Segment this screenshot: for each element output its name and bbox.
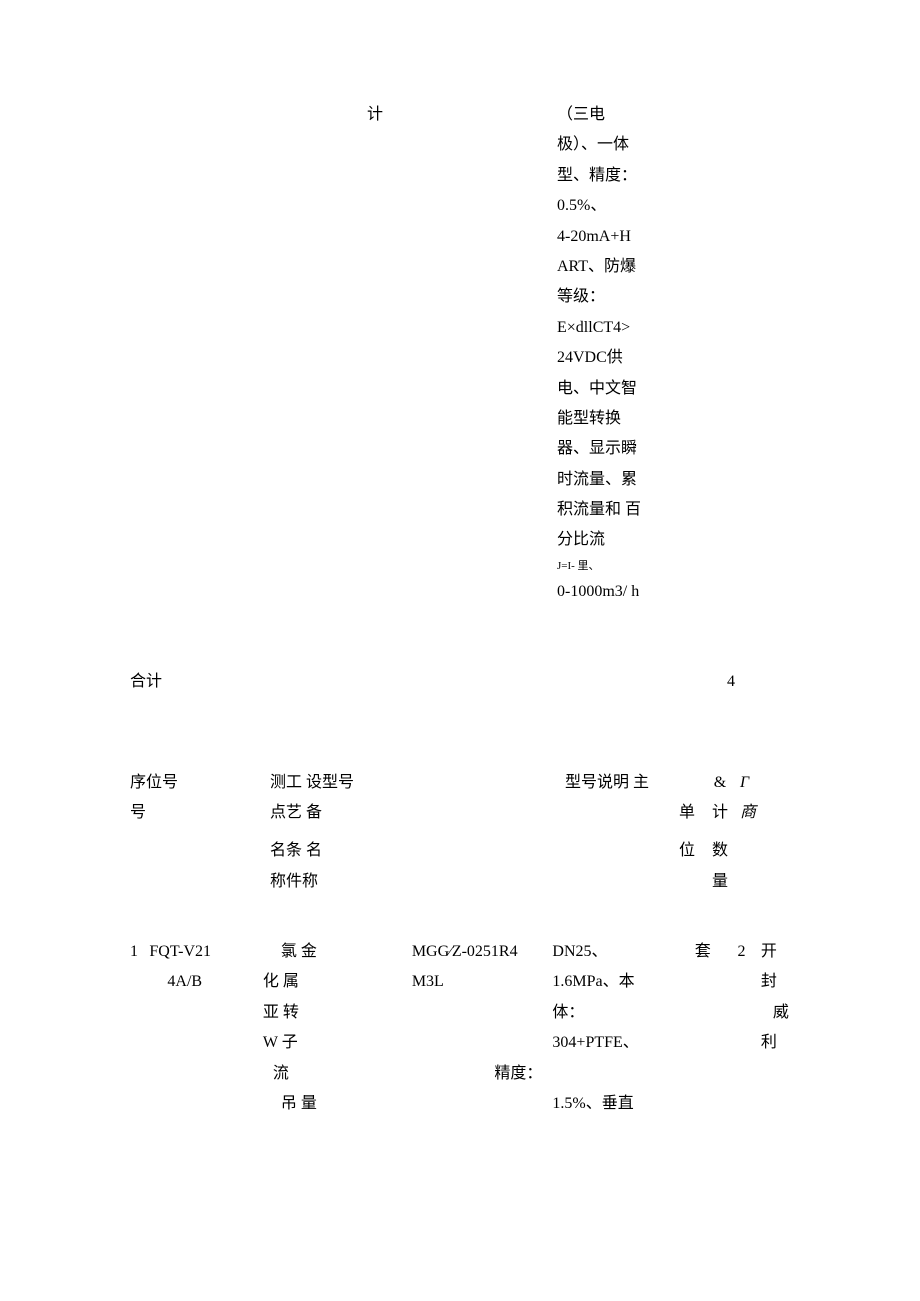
top-spec-block: 计 （三电 极）、一体 型、精度： 0.5%、 4-20mA+H ART、防爆 … <box>130 100 790 607</box>
header-text: 量 <box>700 867 740 897</box>
spec-line: 4-20mA+H <box>557 222 717 252</box>
text: 流 <box>273 1059 412 1089</box>
cell-name: 氯 金 化 属 亚 转 W 子 流 吊 量 <box>261 937 412 1119</box>
header-seq-pos: 序位号 号 <box>130 768 270 898</box>
spec-line: 0-1000m3/ h <box>557 577 717 607</box>
spec-line: 时流量、累 <box>557 465 717 495</box>
spec-line: 24VDC供 <box>557 343 717 373</box>
col-meter-char: 计 <box>367 100 417 607</box>
header-text: 位 <box>565 836 700 866</box>
text: W 子 <box>263 1028 412 1058</box>
text: 304+PTFE、 <box>552 1028 683 1058</box>
spec-line: 积流量和 百 <box>557 495 717 525</box>
header-mfr: Γ 商 <box>740 768 770 898</box>
text: 精度： <box>412 1059 553 1089</box>
cell-posnum: FQT-V21 4A/B <box>149 937 261 1119</box>
spec-line: 电、中文智 <box>557 374 717 404</box>
header-text: 序位号 <box>130 768 270 798</box>
text: FQT-V21 <box>149 937 261 967</box>
header-text: 测工 设型号 <box>270 768 565 798</box>
spec-line: J=I- 里、 <box>557 556 717 577</box>
header-text: 数 <box>700 836 740 866</box>
text: 1.6MPa、本 <box>552 967 683 997</box>
col-specification: （三电 极）、一体 型、精度： 0.5%、 4-20mA+H ART、防爆 等级… <box>557 100 717 607</box>
header-text: Γ <box>740 768 770 798</box>
header-qty: & 计 数 量 <box>700 768 740 898</box>
total-label: 合计 <box>130 667 162 697</box>
cell-model: MGG∕Z-0251R4 M3L 精度： <box>412 937 553 1119</box>
text: 开 <box>761 937 790 967</box>
cell-spec: DN25、 1.6MPa、本 体： 304+PTFE、 1.5%、垂直 <box>552 937 683 1119</box>
header-spec-unit: 型号说明 主 单 位 <box>565 768 700 898</box>
spec-line: 器、显示瞬 <box>557 434 717 464</box>
header-text: 计 <box>700 798 740 828</box>
text <box>412 1028 553 1058</box>
text: 威 <box>761 998 790 1028</box>
text: 体： <box>552 998 683 1028</box>
text: 化 属 <box>263 967 412 997</box>
table-row: 1 FQT-V21 4A/B 氯 金 化 属 亚 转 W 子 流 吊 量 MGG… <box>130 937 790 1119</box>
text <box>412 998 553 1028</box>
header-text: & <box>700 768 740 798</box>
cell-qty: 2 <box>722 937 761 1119</box>
text: DN25、 <box>552 937 683 967</box>
total-row: 合计 4 <box>130 667 790 697</box>
header-text: 点艺 备 <box>270 798 565 828</box>
spec-line: 能型转换 <box>557 404 717 434</box>
spec-line: 分比流 <box>557 525 717 555</box>
text: MGG∕Z-0251R4 <box>412 937 553 967</box>
cell-unit: 套 <box>683 937 722 1119</box>
text: 利 <box>761 1028 790 1058</box>
text: 1.5%、垂直 <box>552 1089 683 1119</box>
table-header: 序位号 号 测工 设型号 点艺 备 名条 名 称件称 型号说明 主 单 位 & … <box>130 768 790 898</box>
text: 封 <box>761 967 790 997</box>
cell-mfr: 开 封 威 利 <box>761 937 790 1119</box>
header-text: 名条 名 <box>270 836 565 866</box>
spec-line: 极）、一体 <box>557 130 717 160</box>
text <box>552 1059 683 1089</box>
text: 亚 转 <box>263 998 412 1028</box>
header-text: 单 <box>565 798 700 828</box>
spec-line: ART、防爆 <box>557 252 717 282</box>
header-text: 型号说明 主 <box>565 768 700 798</box>
spec-line: 型、精度： <box>557 161 717 191</box>
header-point-model: 测工 设型号 点艺 备 名条 名 称件称 <box>270 768 565 898</box>
spec-line: E×dllCT4> <box>557 313 717 343</box>
text: 吊 量 <box>281 1089 412 1119</box>
spec-line: 等级： <box>557 282 717 312</box>
text: 4A/B <box>149 967 261 997</box>
header-text: 号 <box>130 798 270 828</box>
text: M3L <box>412 967 553 997</box>
total-value: 4 <box>727 667 735 697</box>
text: 氯 金 <box>281 937 412 967</box>
spec-line: （三电 <box>557 100 717 130</box>
header-text: 称件称 <box>270 867 565 897</box>
spec-line: 0.5%、 <box>557 191 717 221</box>
cell-seq: 1 <box>130 937 149 1119</box>
header-text: 商 <box>740 798 770 828</box>
